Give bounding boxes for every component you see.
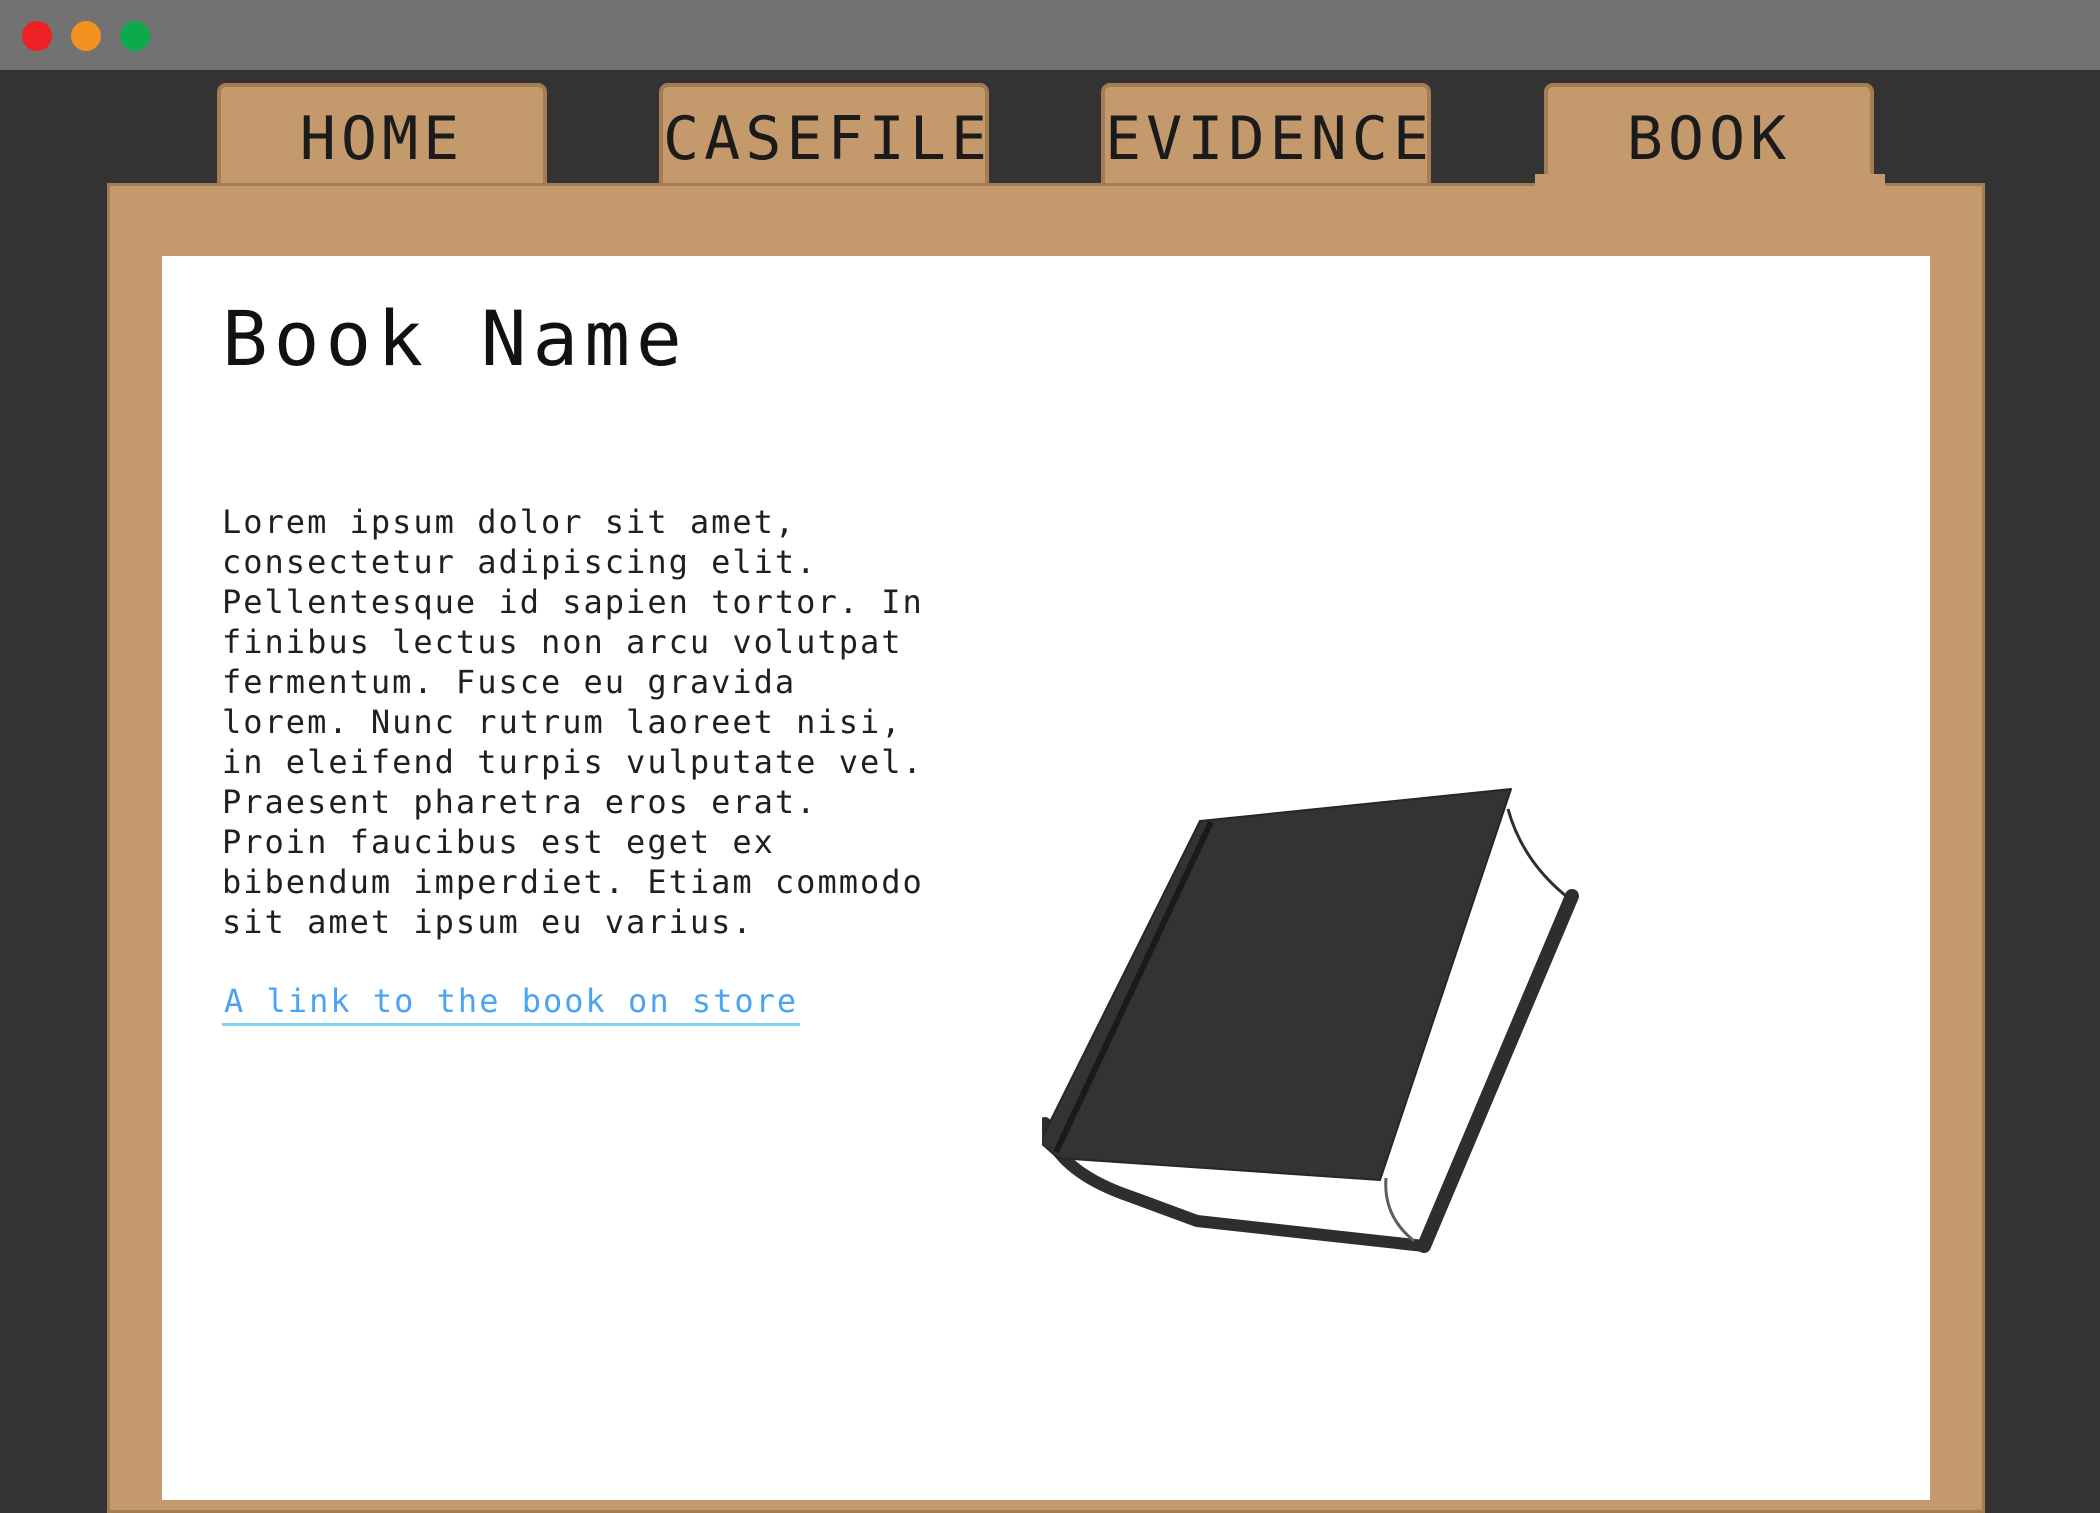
store-link[interactable]: A link to the book on store	[222, 981, 801, 1026]
tab-home[interactable]: HOME	[217, 83, 547, 191]
tab-casefile[interactable]: CASEFILE	[659, 83, 989, 191]
window-titlebar	[0, 0, 2100, 70]
page-title: Book Name	[222, 294, 688, 383]
book-page: Book Name Lorem ipsum dolor sit amet, co…	[162, 256, 1930, 1500]
minimize-window-button[interactable]	[71, 21, 101, 51]
active-tab-connector	[1535, 174, 1885, 190]
close-window-button[interactable]	[22, 21, 52, 51]
maximize-window-button[interactable]	[120, 21, 150, 51]
tab-evidence[interactable]: EVIDENCE	[1101, 83, 1431, 191]
book-illustration-icon	[1042, 788, 1579, 1253]
book-description: Lorem ipsum dolor sit amet, consectetur …	[222, 503, 924, 941]
